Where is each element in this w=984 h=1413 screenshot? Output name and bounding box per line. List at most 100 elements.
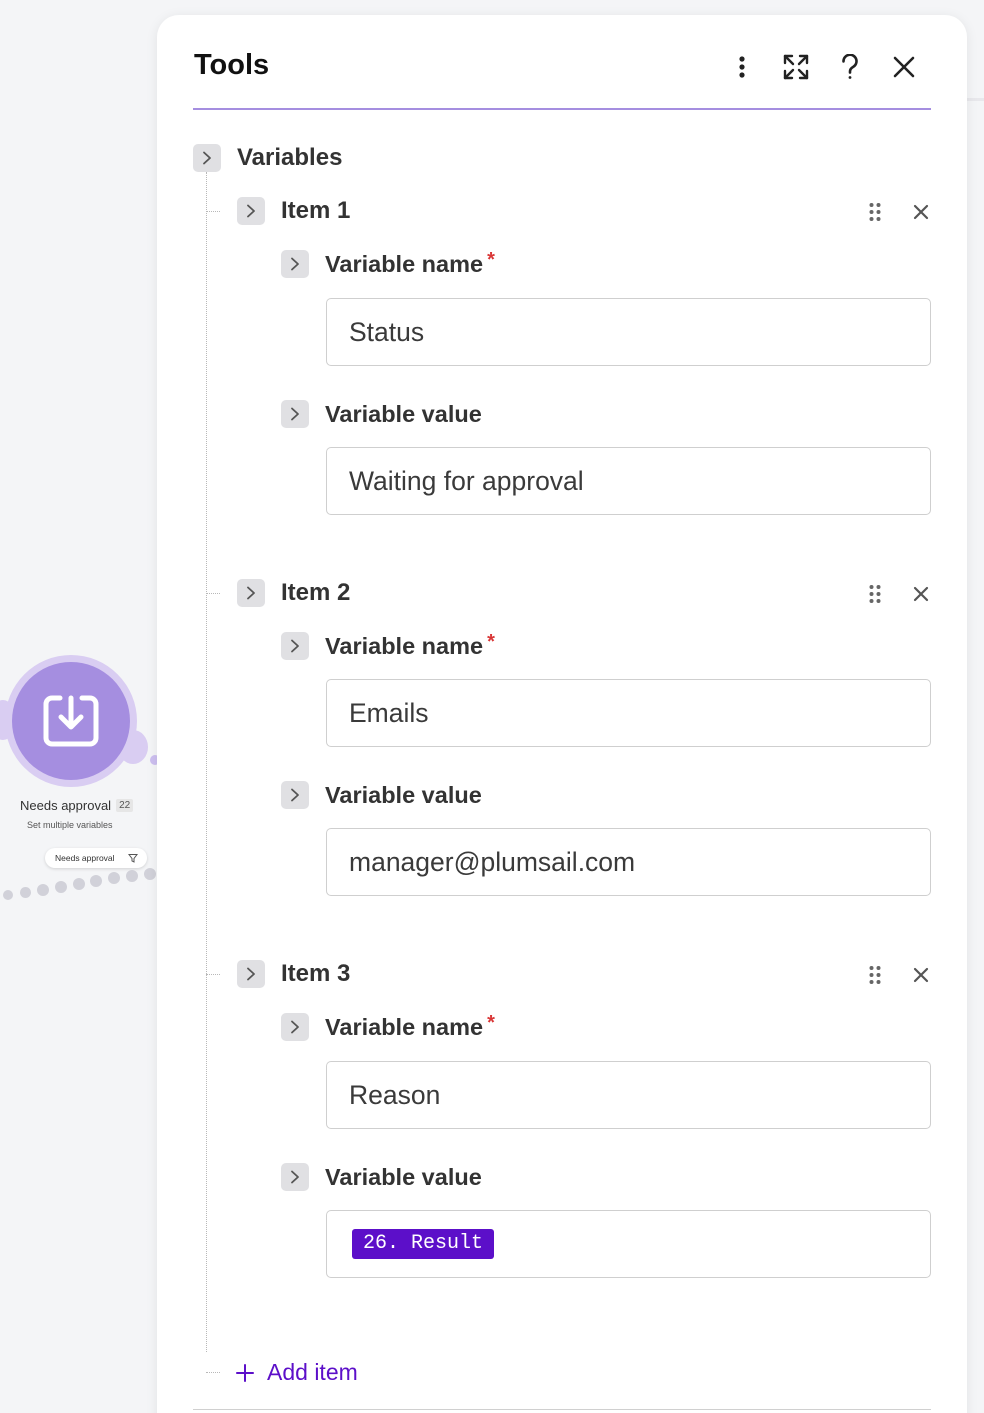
variables-header[interactable]: Variables xyxy=(193,144,342,172)
item-3-value-label-row: Variable value xyxy=(281,1163,482,1191)
item-1-header[interactable]: Item 1 xyxy=(237,197,350,225)
variable-name-label-text: Variable name xyxy=(325,1013,484,1040)
item-1-variable-value-input[interactable]: Waiting for approval xyxy=(326,447,931,515)
item-3-remove-button[interactable] xyxy=(911,965,931,985)
chevron-right-icon xyxy=(291,788,299,802)
mapped-value-token[interactable]: 26. Result xyxy=(352,1229,495,1259)
route-filter-label[interactable]: Needs approval xyxy=(45,848,147,868)
item-1-label: Item 1 xyxy=(281,197,351,224)
variable-name-label: Variable name * xyxy=(325,1011,495,1041)
item-2-name-expander[interactable] xyxy=(281,632,309,660)
panel-header: Tools xyxy=(193,15,931,110)
input-value: Emails xyxy=(349,697,429,728)
tree-guide-line xyxy=(206,172,207,1352)
variable-name-label-text: Variable name xyxy=(325,632,484,659)
item-3-drag-handle[interactable] xyxy=(865,965,885,985)
tools-panel: Tools Variables Item 1 Variable name * S… xyxy=(157,15,967,1413)
chevron-right-icon xyxy=(291,1020,299,1034)
node-id-badge: 22 xyxy=(116,799,134,812)
item-2-variable-value-input[interactable]: manager@plumsail.com xyxy=(326,828,931,896)
chevron-right-icon xyxy=(247,204,255,218)
item-2-drag-handle[interactable] xyxy=(865,584,885,604)
chevron-right-icon xyxy=(291,257,299,271)
item-1-name-expander[interactable] xyxy=(281,250,309,278)
panel-divider xyxy=(193,1409,931,1410)
item-3-name-label-row: Variable name * xyxy=(281,1011,495,1041)
item-3-variable-name-input[interactable]: Reason xyxy=(326,1061,931,1129)
help-icon xyxy=(842,54,858,79)
close-icon xyxy=(893,56,915,78)
drag-handle-icon xyxy=(869,203,881,221)
item-2-label: Item 2 xyxy=(281,579,351,606)
variable-name-label: Variable name * xyxy=(325,630,495,660)
required-asterisk: * xyxy=(487,630,495,653)
variables-expander[interactable] xyxy=(193,144,221,172)
close-icon xyxy=(913,967,929,983)
set-variables-node[interactable] xyxy=(12,662,130,780)
drag-handle-icon xyxy=(869,585,881,603)
item-2-remove-button[interactable] xyxy=(911,584,931,604)
variable-value-label: Variable value xyxy=(325,1163,482,1190)
add-item-button[interactable]: Add item xyxy=(235,1359,358,1386)
item-3-variable-value-input[interactable]: 26. Result xyxy=(326,1210,931,1278)
chevron-right-icon xyxy=(247,967,255,981)
node-subtitle: Set multiple variables xyxy=(27,820,113,830)
item-3-expander[interactable] xyxy=(237,960,265,988)
variable-name-label: Variable name * xyxy=(325,248,495,278)
required-asterisk: * xyxy=(487,248,495,271)
filter-label-text: Needs approval xyxy=(55,853,115,863)
item-2-expander[interactable] xyxy=(237,579,265,607)
help-button[interactable] xyxy=(833,50,867,84)
item-3-header[interactable]: Item 3 xyxy=(237,960,350,988)
item-1-remove-button[interactable] xyxy=(911,202,931,222)
close-icon xyxy=(913,204,929,220)
chevron-right-icon xyxy=(203,151,211,165)
item-1-actions xyxy=(865,202,931,222)
item-3-actions xyxy=(865,965,931,985)
chevron-right-icon xyxy=(291,1170,299,1184)
item-1-value-expander[interactable] xyxy=(281,400,309,428)
item-2-actions xyxy=(865,584,931,604)
tree-branch-line xyxy=(206,1372,220,1373)
more-options-icon xyxy=(739,56,745,78)
input-value: Reason xyxy=(349,1079,441,1110)
chevron-right-icon xyxy=(291,639,299,653)
variable-value-label: Variable value xyxy=(325,781,482,808)
item-3-name-expander[interactable] xyxy=(281,1013,309,1041)
plus-icon xyxy=(236,1363,254,1382)
input-value: Waiting for approval xyxy=(349,465,584,496)
filter-icon xyxy=(128,854,138,863)
tree-branch-line xyxy=(206,974,220,975)
background-toolbar-edge xyxy=(966,98,984,101)
item-2-value-expander[interactable] xyxy=(281,781,309,809)
item-2-value-label-row: Variable value xyxy=(281,781,482,809)
download-box-icon xyxy=(43,695,99,747)
input-value: Status xyxy=(349,316,425,347)
more-options-button[interactable] xyxy=(725,50,759,84)
item-2-variable-name-input[interactable]: Emails xyxy=(326,679,931,747)
node-title: Needs approval 22 xyxy=(20,798,134,813)
panel-title: Tools xyxy=(194,49,270,81)
item-1-value-label-row: Variable value xyxy=(281,400,482,428)
tree-branch-line xyxy=(206,593,220,594)
close-icon xyxy=(913,586,929,602)
item-3-label: Item 3 xyxy=(281,960,351,987)
variable-name-label-text: Variable name xyxy=(325,250,484,277)
close-button[interactable] xyxy=(887,50,921,84)
item-1-variable-name-input[interactable]: Status xyxy=(326,298,931,366)
variable-value-label: Variable value xyxy=(325,400,482,427)
input-value: manager@plumsail.com xyxy=(349,846,636,877)
item-2-header[interactable]: Item 2 xyxy=(237,579,350,607)
item-3-value-expander[interactable] xyxy=(281,1163,309,1191)
required-asterisk: * xyxy=(487,1011,495,1034)
variables-label: Variables xyxy=(237,144,343,171)
chevron-right-icon xyxy=(291,407,299,421)
expand-button[interactable] xyxy=(779,50,813,84)
chevron-right-icon xyxy=(247,586,255,600)
item-1-name-label-row: Variable name * xyxy=(281,248,495,278)
expand-icon xyxy=(783,54,809,80)
item-1-drag-handle[interactable] xyxy=(865,202,885,222)
drag-handle-icon xyxy=(869,966,881,984)
node-title-text: Needs approval xyxy=(20,798,112,813)
item-1-expander[interactable] xyxy=(237,197,265,225)
